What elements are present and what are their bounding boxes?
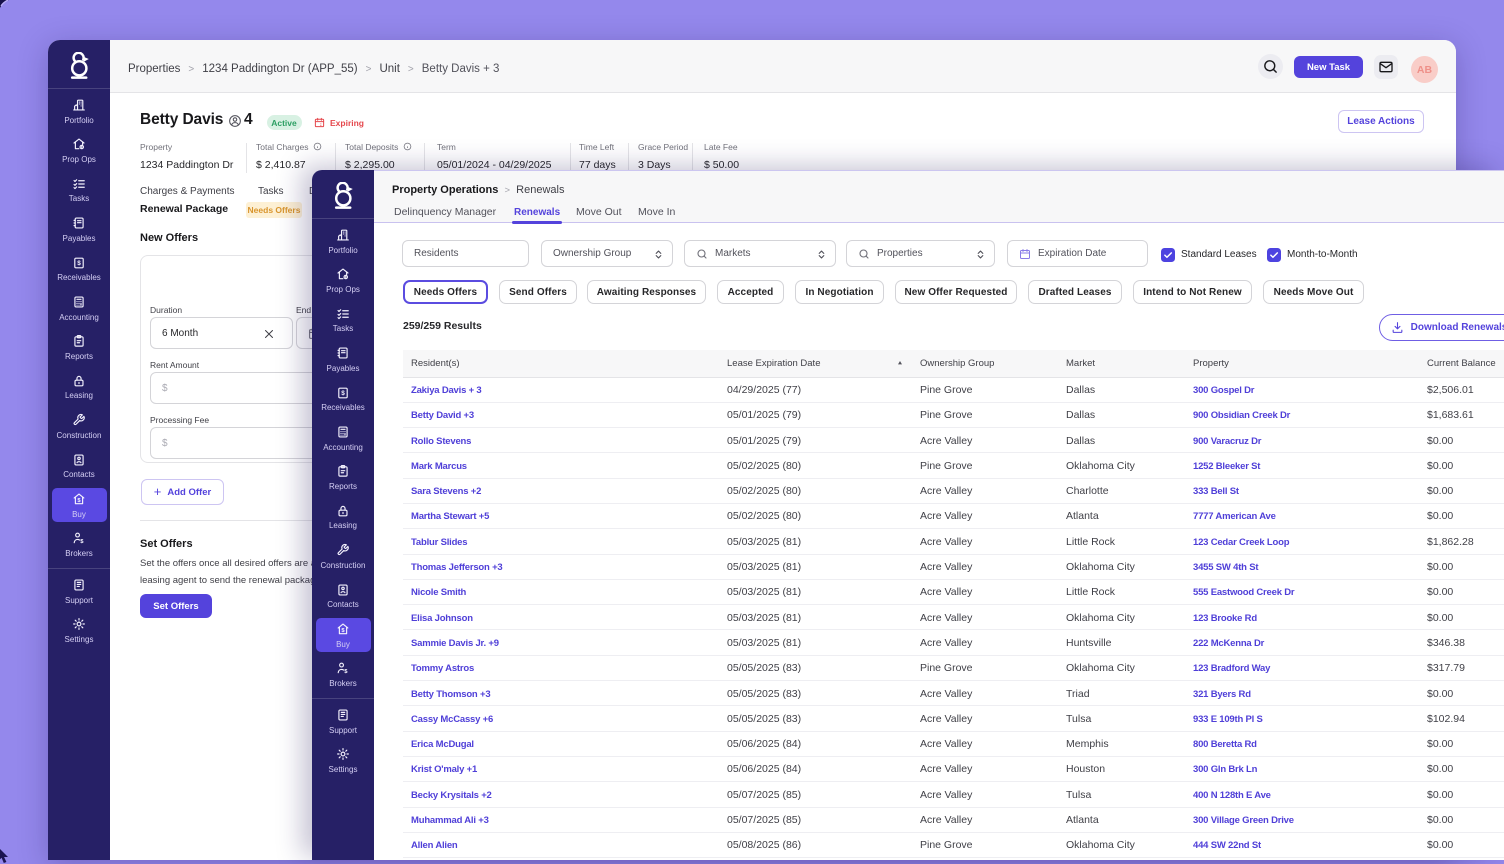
svg-text:$: $ — [344, 669, 348, 675]
svg-text:$: $ — [77, 498, 81, 504]
svg-text:$: $ — [77, 260, 81, 267]
svg-text:$: $ — [341, 390, 345, 397]
svg-text:$: $ — [80, 539, 84, 545]
svg-text:$: $ — [341, 628, 345, 634]
